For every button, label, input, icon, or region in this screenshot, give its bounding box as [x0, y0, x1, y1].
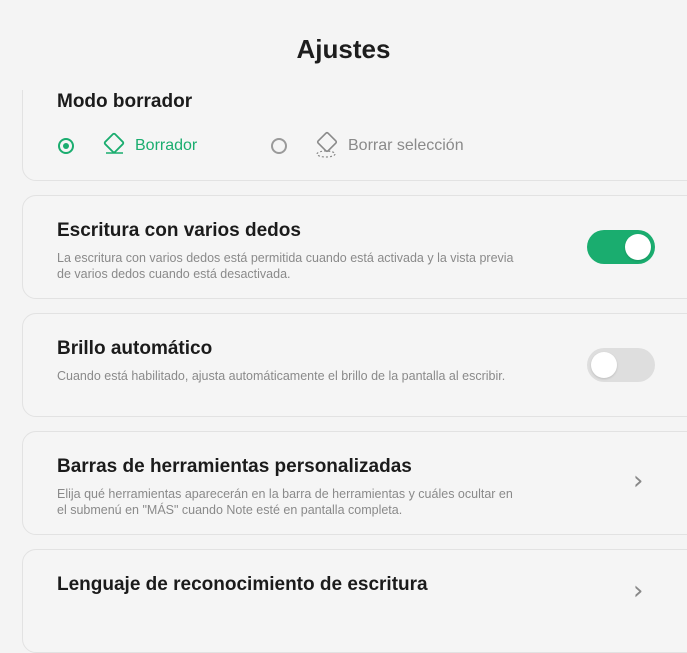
toggle-knob [625, 234, 651, 260]
recognition-language-title: Lenguaje de reconocimiento de escritura [57, 574, 428, 595]
multi-finger-toggle[interactable] [587, 230, 655, 264]
recognition-language-card[interactable]: Lenguaje de reconocimiento de escritura … [22, 549, 687, 653]
eraser-lasso-icon [316, 131, 338, 158]
erase-selection-option-label[interactable]: Borrar selección [348, 137, 464, 155]
page-title: Ajustes [296, 34, 391, 64]
multi-finger-description: La escritura con varios dedos está permi… [57, 251, 514, 281]
multi-finger-title: Escritura con varios dedos [57, 220, 301, 241]
multi-finger-card: Escritura con varios dedos La escritura … [22, 195, 687, 299]
chevron-right-icon: › [633, 576, 644, 606]
custom-toolbars-title: Barras de herramientas personalizadas [57, 456, 412, 477]
chevron-right-icon: › [633, 466, 644, 496]
eraser-mode-title: Modo borrador [57, 91, 193, 112]
toggle-knob [591, 352, 617, 378]
auto-brightness-toggle[interactable] [587, 348, 655, 382]
erase-selection-radio[interactable] [271, 138, 287, 154]
app-header: Ajustes [0, 0, 687, 90]
auto-brightness-description: Cuando está habilitado, ajusta automátic… [57, 369, 506, 383]
custom-toolbars-card[interactable]: Barras de herramientas personalizadas El… [22, 431, 687, 535]
eraser-option-label[interactable]: Borrador [135, 137, 197, 155]
eraser-icon [103, 132, 125, 154]
auto-brightness-card: Brillo automático Cuando está habilitado… [22, 313, 687, 417]
custom-toolbars-description: Elija qué herramientas aparecerán en la … [57, 487, 513, 517]
auto-brightness-title: Brillo automático [57, 338, 213, 359]
eraser-radio[interactable] [58, 138, 74, 154]
